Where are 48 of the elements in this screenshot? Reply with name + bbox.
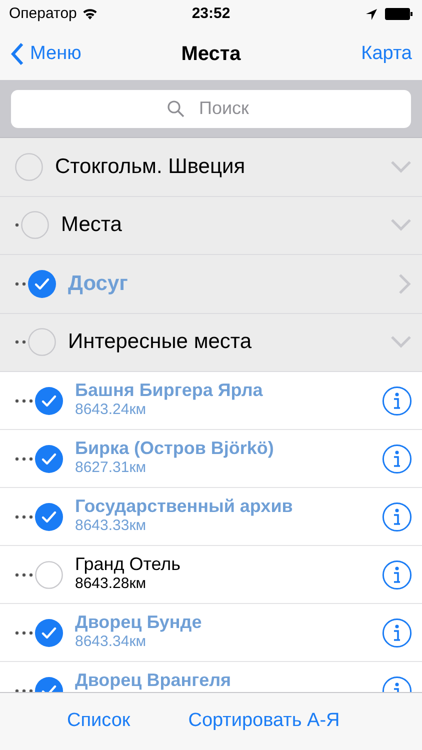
info-icon[interactable]: [382, 560, 412, 590]
checked-circle-icon[interactable]: [35, 502, 63, 530]
distance-label: 8643.24км: [75, 401, 148, 420]
category-label: Интересные места: [68, 329, 252, 356]
nav-title: Места: [181, 42, 241, 67]
indent-dots-icon: [15, 514, 33, 518]
place-title: Дворец Бунде: [75, 610, 202, 633]
back-chevron-icon: [10, 42, 24, 66]
status-time: 23:52: [192, 4, 230, 24]
search-icon: [167, 100, 185, 118]
indent-dots-icon: [15, 688, 33, 692]
indent-dots-icon: [15, 572, 33, 576]
checked-circle-icon[interactable]: [35, 444, 63, 472]
indent-dots-icon: [15, 456, 33, 460]
map-button[interactable]: Карта: [361, 40, 412, 68]
category-label: Места: [61, 212, 122, 238]
place-title: Гранд Отель: [75, 552, 181, 575]
indent-dots-icon: [15, 398, 33, 402]
indent-dots-icon: [15, 340, 26, 344]
search-field[interactable]: Поиск: [11, 90, 411, 128]
checked-circle-icon[interactable]: [35, 386, 63, 414]
indent-dots-icon: [15, 223, 19, 228]
indent-dots-icon: [15, 630, 33, 634]
distance-label: 8643.28км: [75, 575, 148, 594]
info-icon[interactable]: [382, 618, 412, 648]
distance-label: 8643.33км: [75, 517, 148, 536]
checked-circle-icon[interactable]: [28, 270, 56, 298]
info-icon[interactable]: [382, 502, 412, 532]
battery-icon: [385, 8, 413, 20]
distance-label: 8627.31км: [75, 459, 148, 478]
carrier-label: Оператор: [9, 4, 77, 24]
category-label: Досуг: [68, 270, 128, 297]
place-title: Башня Биргера Ярла: [75, 378, 263, 401]
place-title: Бирка (Остров Björkö): [75, 436, 274, 459]
category-row[interactable]: Досуг: [0, 255, 422, 314]
distance-label: 8643.34км: [75, 633, 148, 652]
info-icon[interactable]: [382, 444, 412, 474]
back-button[interactable]: Меню: [10, 40, 82, 68]
location-arrow-icon: [366, 8, 377, 20]
info-icon[interactable]: [382, 386, 412, 416]
place-title: Государственный архив: [75, 494, 293, 517]
toolbar-button[interactable]: Список: [67, 707, 130, 736]
toolbar-button[interactable]: Сортировать А-Я: [188, 707, 340, 736]
wifi-icon: [82, 8, 98, 20]
checked-circle-icon[interactable]: [35, 618, 63, 646]
place-title: Дворец Врангеля: [75, 668, 232, 691]
indent-dots-icon: [15, 282, 26, 286]
category-label: Стокгольм. Швеция: [55, 154, 246, 180]
